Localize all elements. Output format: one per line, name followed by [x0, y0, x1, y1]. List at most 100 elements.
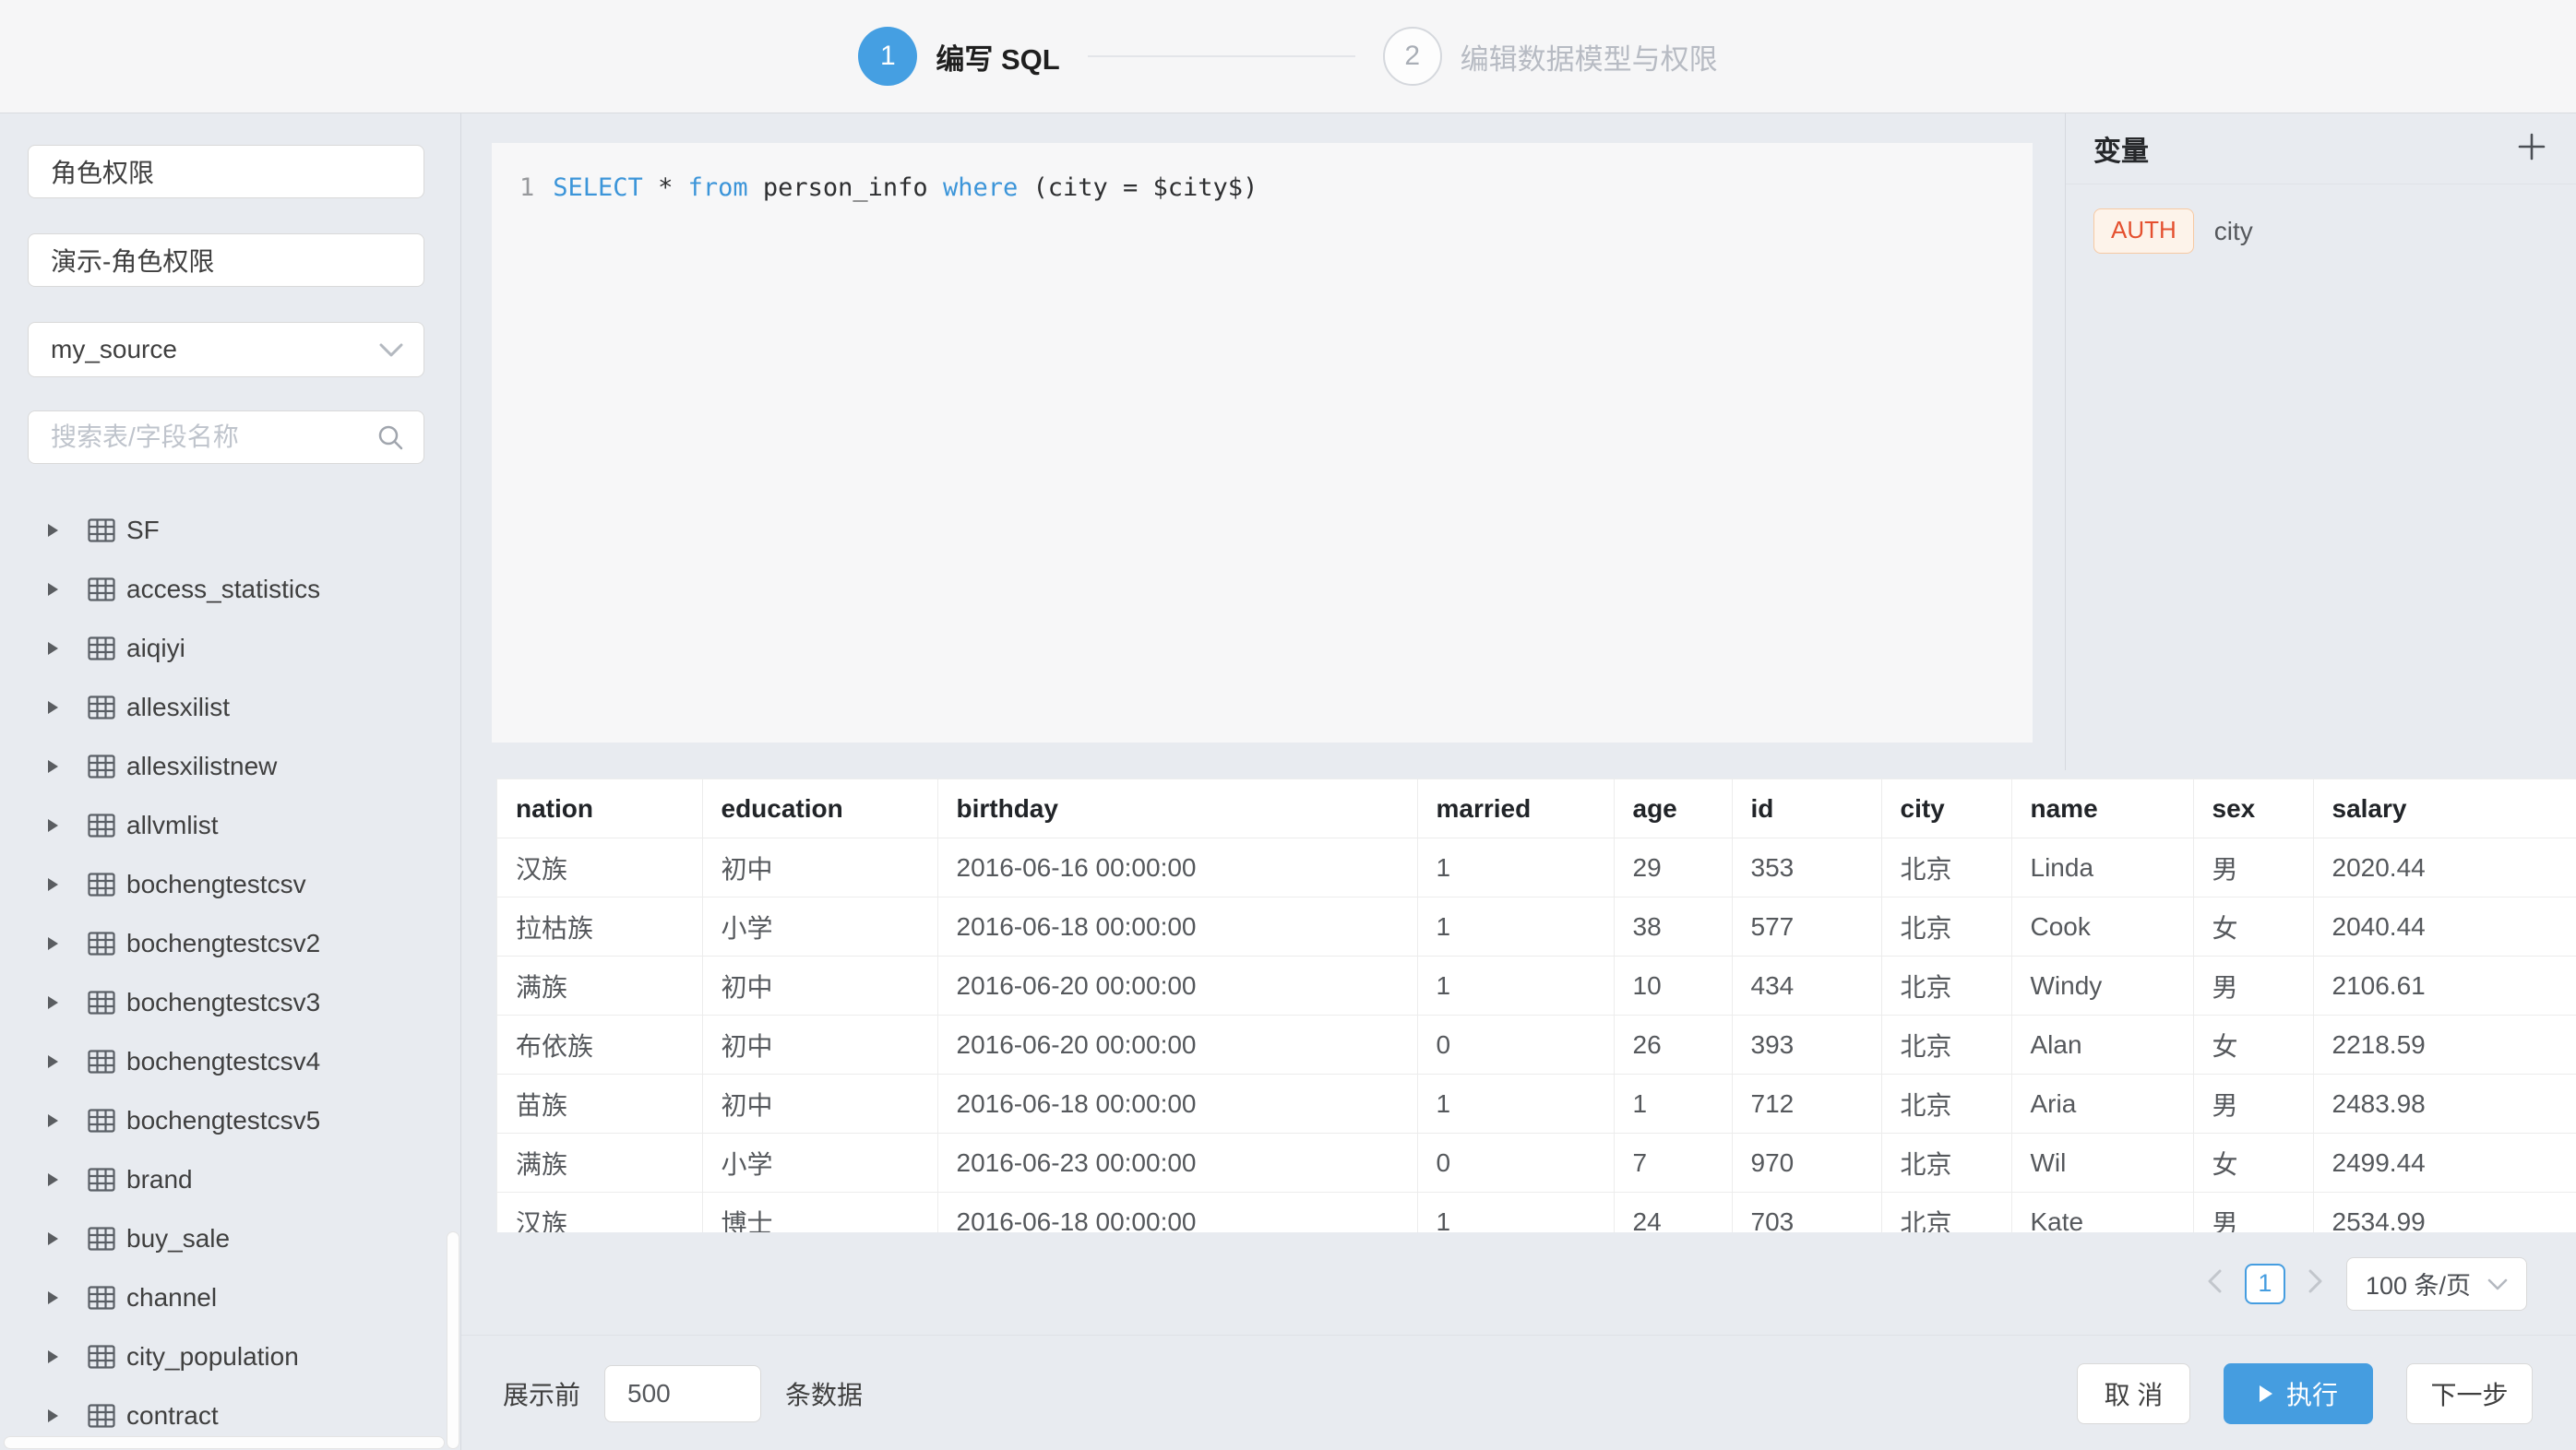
run-button[interactable]: 执行	[2224, 1363, 2373, 1424]
caret-right-icon[interactable]	[48, 878, 58, 891]
tree-item-label: bochengtestcsv4	[126, 1047, 320, 1076]
tree-item-access-statistics[interactable]: access_statistics	[0, 560, 460, 619]
tree-item-bochengtestcsv3[interactable]: bochengtestcsv3	[0, 973, 460, 1032]
sql-editor[interactable]: 1 SELECT * from person_info where (city …	[492, 143, 2033, 743]
cell: 苗族	[497, 1075, 702, 1134]
tree-item-label: channel	[126, 1283, 217, 1313]
cell: 2016-06-18 00:00:00	[937, 897, 1417, 957]
step-write-sql: 1 编写 SQL	[858, 27, 1059, 86]
caret-right-icon[interactable]	[48, 1291, 58, 1304]
tree-item-bochengtestcsv5[interactable]: bochengtestcsv5	[0, 1091, 460, 1150]
variable-name: city	[2214, 217, 2253, 246]
cell: 汉族	[497, 1193, 702, 1233]
cell: 北京	[1881, 1075, 2011, 1134]
cell: 北京	[1881, 1193, 2011, 1233]
tree-item-label: bochengtestcsv3	[126, 988, 320, 1017]
tree-item-label: aiqiyi	[126, 634, 185, 663]
caret-right-icon[interactable]	[48, 996, 58, 1009]
chevron-down-icon	[2487, 1269, 2508, 1298]
tree-item-aiqiyi[interactable]: aiqiyi	[0, 619, 460, 678]
table-row: 满族 小学 2016-06-23 00:00:00 0 7 970 北京 Wil…	[497, 1134, 2576, 1193]
tree-item-channel[interactable]: channel	[0, 1268, 460, 1327]
caret-right-icon[interactable]	[48, 642, 58, 655]
cell: 汉族	[497, 838, 702, 897]
cell: 1	[1417, 1075, 1614, 1134]
caret-right-icon[interactable]	[48, 819, 58, 832]
cell: 703	[1732, 1193, 1881, 1233]
result-table-container: nation education birthday married age id…	[496, 778, 2576, 1232]
table-grid-icon	[88, 1168, 115, 1192]
footer-bar: 展示前 条数据 取 消 执行 下一步	[461, 1335, 2576, 1450]
cell: 拉枯族	[497, 897, 702, 957]
add-variable-button[interactable]	[2515, 130, 2548, 168]
auth-tag: AUTH	[2093, 208, 2194, 254]
caret-right-icon[interactable]	[48, 1350, 58, 1363]
table-grid-icon	[88, 932, 115, 956]
variables-title: 变量	[2093, 128, 2515, 169]
table-grid-icon	[88, 873, 115, 897]
table-grid-icon	[88, 991, 115, 1015]
result-table: nation education birthday married age id…	[497, 779, 2576, 1232]
cell: 970	[1732, 1134, 1881, 1193]
sidebar-vertical-scrollbar[interactable]	[447, 1231, 459, 1449]
table-header-row: nation education birthday married age id…	[497, 779, 2576, 838]
page-size-select[interactable]: 100 条/页	[2346, 1257, 2527, 1311]
cell: 初中	[702, 1016, 937, 1075]
caret-right-icon[interactable]	[48, 1055, 58, 1068]
cell: 博士	[702, 1193, 937, 1233]
table-row: 苗族 初中 2016-06-18 00:00:00 1 1 712 北京 Ari…	[497, 1075, 2576, 1134]
tree-item-allesxilistnew[interactable]: allesxilistnew	[0, 737, 460, 796]
cell: 北京	[1881, 838, 2011, 897]
tree-item-bochengtestcsv[interactable]: bochengtestcsv	[0, 855, 460, 914]
sidebar-horizontal-scrollbar[interactable]	[4, 1436, 445, 1449]
cell: 满族	[497, 1134, 702, 1193]
caret-right-icon[interactable]	[48, 937, 58, 950]
cell: 24	[1614, 1193, 1732, 1233]
play-icon	[2259, 1385, 2273, 1403]
cell: 2483.98	[2313, 1075, 2576, 1134]
tree-item-label: bochengtestcsv2	[126, 929, 320, 958]
row-limit-input[interactable]	[604, 1365, 761, 1422]
cell: 北京	[1881, 957, 2011, 1016]
cancel-button[interactable]: 取 消	[2077, 1363, 2190, 1424]
table-row: 布依族 初中 2016-06-20 00:00:00 0 26 393 北京 A…	[497, 1016, 2576, 1075]
search-input[interactable]	[28, 410, 424, 464]
permission-name-field[interactable]	[28, 233, 424, 287]
prev-page-button[interactable]	[2206, 1268, 2223, 1299]
plus-icon	[2515, 130, 2548, 168]
tree-item-buy-sale[interactable]: buy_sale	[0, 1209, 460, 1268]
table-grid-icon	[88, 518, 115, 542]
cell: Aria	[2011, 1075, 2193, 1134]
tree-item-label: bochengtestcsv	[126, 870, 306, 899]
tree-item-bochengtestcsv2[interactable]: bochengtestcsv2	[0, 914, 460, 973]
column-header: name	[2011, 779, 2193, 838]
tree-item-allesxilist[interactable]: allesxilist	[0, 678, 460, 737]
table-grid-icon	[88, 1404, 115, 1428]
cell: 小学	[702, 897, 937, 957]
tree-item-brand[interactable]: brand	[0, 1150, 460, 1209]
current-page[interactable]: 1	[2245, 1264, 2285, 1304]
caret-right-icon[interactable]	[48, 760, 58, 773]
caret-right-icon[interactable]	[48, 583, 58, 596]
tree-item-allvmlist[interactable]: allvmlist	[0, 796, 460, 855]
caret-right-icon[interactable]	[48, 1114, 58, 1127]
caret-right-icon[interactable]	[48, 1409, 58, 1422]
next-page-button[interactable]	[2308, 1268, 2324, 1299]
tree-item-sf[interactable]: SF	[0, 501, 460, 560]
caret-right-icon[interactable]	[48, 1173, 58, 1186]
cell: 2106.61	[2313, 957, 2576, 1016]
cell: Wil	[2011, 1134, 2193, 1193]
cell: 1	[1417, 897, 1614, 957]
datasource-select[interactable]: my_source	[28, 322, 424, 377]
limit-suffix-label: 条数据	[785, 1375, 863, 1412]
variables-panel: 变量 AUTH city	[2065, 113, 2576, 770]
role-name-field[interactable]	[28, 145, 424, 198]
next-step-button[interactable]: 下一步	[2406, 1363, 2533, 1424]
caret-right-icon[interactable]	[48, 524, 58, 537]
caret-right-icon[interactable]	[48, 1232, 58, 1245]
tree-item-city-population[interactable]: city_population	[0, 1327, 460, 1386]
caret-right-icon[interactable]	[48, 701, 58, 714]
cell: 353	[1732, 838, 1881, 897]
tree-item-bochengtestcsv4[interactable]: bochengtestcsv4	[0, 1032, 460, 1091]
cell: 北京	[1881, 1016, 2011, 1075]
